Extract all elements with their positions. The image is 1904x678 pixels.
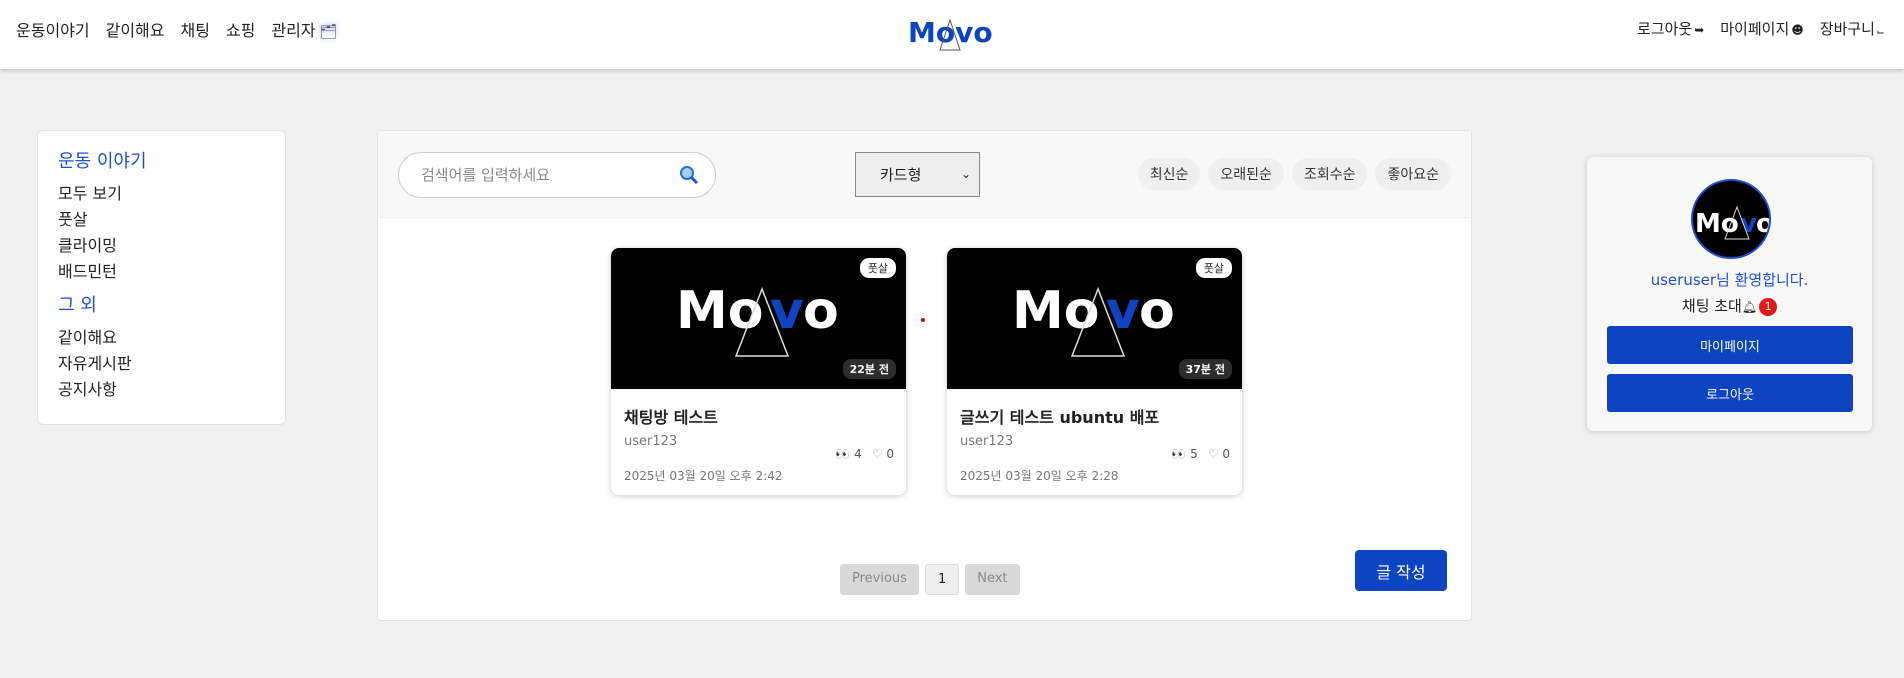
search-box [398,152,716,198]
pagination-next[interactable]: Next [965,564,1020,595]
nav-together[interactable]: 같이해요 [106,17,165,41]
profile-panel: Mo v o useruser님 환영합니다. 채팅 초대🔔︎1 마이페이지 로… [1587,157,1872,431]
likes-count: 0 [1222,447,1230,461]
sidebar-item-badminton[interactable]: 배드민턴 [58,259,265,285]
write-post-button[interactable]: 글 작성 [1355,550,1447,591]
heart-icon[interactable]: ♡ [1208,447,1219,461]
movo-avatar-logo: Mo v o [1695,205,1771,240]
sidebar-heading-exercise: 운동 이야기 [58,151,147,172]
views-count: 5 [1190,447,1198,461]
user-badge-icon: 🗂 [319,24,338,40]
eyes-icon: 👀 [835,447,851,461]
post-title[interactable]: 글쓰기 테스트 ubuntu 배포 [960,404,1159,428]
post-time-badge: 37분 전 [1178,359,1232,379]
post-category-badge: 풋살 [1195,258,1232,278]
post-stats: 👀 5 ♡ 0 [1171,447,1230,461]
views-stat: 👀 5 [1171,447,1197,461]
welcome-message: useruser님 환영합니다. [1650,271,1809,289]
movo-logo[interactable]: Movo [908,14,992,52]
mypage-label: 마이페이지 [1720,20,1790,38]
post-card[interactable]: Mo v o 풋살 37분 전 글쓰기 테스트 ubuntu 배포 user12… [947,248,1242,495]
post-author: user123 [624,434,678,449]
search-input[interactable] [421,164,661,186]
sort-options: 최신순 오래된순 조회수순 좋아요순 [1137,158,1451,190]
mypage-link[interactable]: 마이페이지 ☻ [1720,18,1804,39]
sidebar-item-climbing[interactable]: 클라이밍 [58,233,265,259]
svg-text:v: v [770,281,804,341]
svg-text:Mo: Mo [1012,281,1099,341]
post-date: 2025년 03월 20일 오후 2:42 [624,469,783,483]
user-nav: 로그아웃 ➥ 마이페이지 ☻ 장바구니 ⨽ [1637,18,1884,39]
svg-text:Mo: Mo [1695,209,1739,239]
sort-oldest[interactable]: 오래된순 [1208,158,1284,190]
post-card[interactable]: Mo v o 풋살 22분 전 채팅방 테스트 user123 👀 4 ♡ 0 … [611,248,906,495]
svg-text:v: v [1106,281,1140,341]
pagination-previous[interactable]: Previous [840,564,919,595]
sort-views[interactable]: 조회수순 [1291,158,1368,190]
post-stats: 👀 4 ♡ 0 [835,447,894,461]
stray-dot [921,318,925,322]
post-thumbnail: Mo v o 풋살 37분 전 [947,248,1242,389]
mypage-button[interactable]: 마이페이지 [1607,326,1853,364]
post-time-badge: 22분 전 [842,359,896,379]
chat-invite[interactable]: 채팅 초대🔔︎ 1 [1587,295,1872,316]
nav-shopping[interactable]: 쇼핑 [226,17,255,41]
svg-text:v: v [1740,209,1757,239]
top-navbar: 운동이야기 같이해요 채팅 쇼핑 관리자 🗂 Movo 로그아웃 ➥ 마이페이지 ☻ … [0,0,1904,69]
search-icon[interactable] [679,165,699,185]
sidebar-item-together[interactable]: 같이해요 [58,325,265,351]
nav-chat[interactable]: 채팅 [181,17,210,41]
category-sidebar: 운동 이야기 모두 보기 풋살 클라이밍 배드민턴 그 외 같이해요 자유게시판… [37,130,286,425]
notification-badge: 1 [1759,297,1778,316]
logout-icon: ➥ [1694,23,1705,37]
chevron-down-icon: ⌄ [960,167,971,181]
views-count: 4 [854,447,862,461]
likes-stat: ♡ 0 [1208,447,1230,461]
views-stat: 👀 4 [835,447,861,461]
nav-admin[interactable]: 관리자 🗂 [271,17,337,41]
chat-invite-label: 채팅 초대 [1681,297,1742,315]
sidebar-heading-other: 그 외 [58,295,97,316]
post-author: user123 [960,434,1014,449]
post-date: 2025년 03월 20일 오후 2:28 [960,469,1119,483]
logout-label: 로그아웃 [1636,20,1693,38]
cart-link[interactable]: 장바구니 ⨽ [1820,18,1884,39]
cart-label: 장바구니 [1819,20,1875,38]
svg-text:o: o [1139,281,1175,341]
svg-text:Mo: Mo [676,281,763,341]
likes-count: 0 [886,447,894,461]
eyes-icon: 👀 [1171,447,1187,461]
post-board: 카드형 ⌄ 최신순 오래된순 조회수순 좋아요순 Mo v o 풋살 22분 전… [377,130,1472,621]
board-toolbar: 카드형 ⌄ 최신순 오래된순 조회수순 좋아요순 [378,131,1471,218]
sidebar-item-free-board[interactable]: 자유게시판 [58,351,265,377]
logout-link[interactable]: 로그아웃 ➥ [1637,18,1704,39]
sort-likes[interactable]: 좋아요순 [1375,158,1451,190]
logout-button[interactable]: 로그아웃 [1607,374,1853,412]
bell-icon[interactable]: 🔔︎ [1742,300,1757,314]
heart-icon[interactable]: ♡ [872,447,883,461]
nav-exercise-story[interactable]: 운동이야기 [16,17,90,41]
svg-text:o: o [1756,209,1771,239]
likes-stat: ♡ 0 [872,447,894,461]
post-category-badge: 풋살 [859,258,896,278]
pagination-page-1[interactable]: 1 [924,564,960,595]
view-mode-select[interactable]: 카드형 ⌄ [855,152,980,197]
user-gear-icon: ☻ [1791,23,1804,37]
svg-text:o: o [803,281,839,341]
main-nav: 운동이야기 같이해요 채팅 쇼핑 관리자 🗂 [16,17,337,41]
pagination: Previous 1 Next [840,564,1020,595]
post-thumbnail: Mo v o 풋살 22분 전 [611,248,906,389]
view-mode-value: 카드형 [880,166,922,184]
sidebar-item-futsal[interactable]: 풋살 [58,207,265,233]
cart-icon: ⨽ [1876,23,1884,37]
post-title[interactable]: 채팅방 테스트 [624,404,718,428]
sidebar-item-all[interactable]: 모두 보기 [58,181,265,207]
nav-admin-label: 관리자 [271,21,316,40]
sidebar-item-notice[interactable]: 공지사항 [58,377,265,403]
avatar[interactable]: Mo v o [1691,179,1771,259]
sort-latest[interactable]: 최신순 [1137,158,1201,190]
